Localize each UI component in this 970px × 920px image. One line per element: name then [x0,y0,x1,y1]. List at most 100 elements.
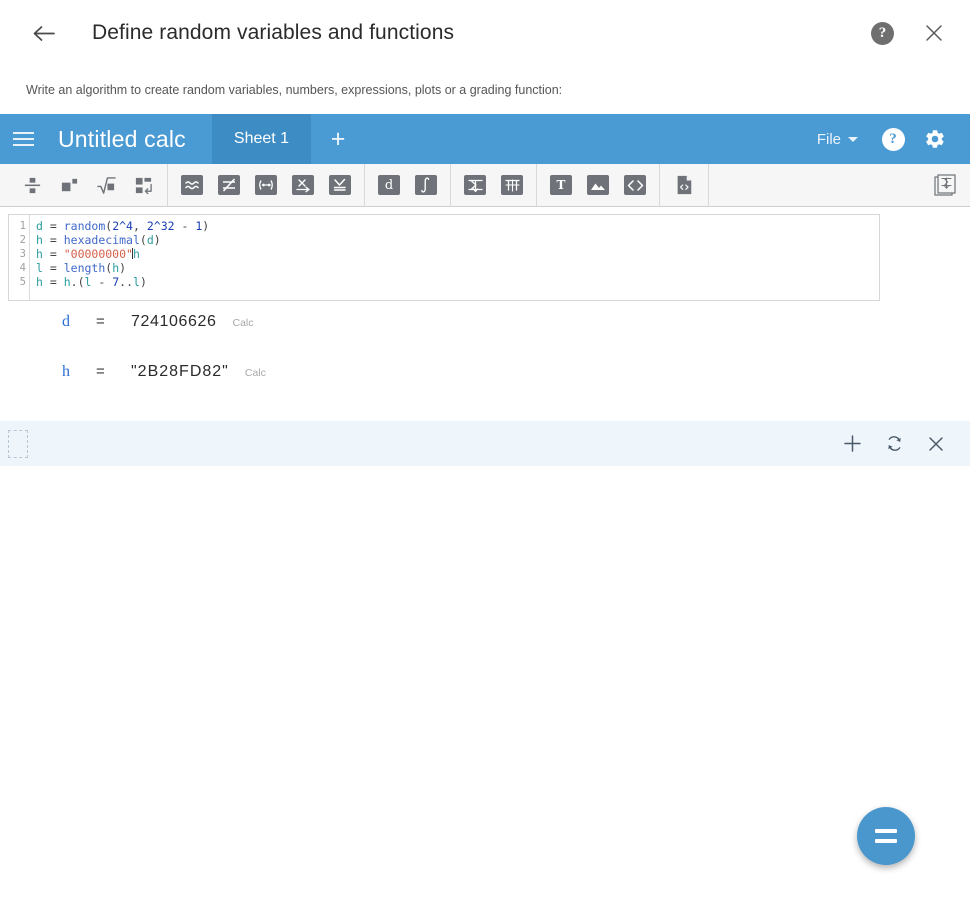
arrow-left-icon [33,25,55,41]
help-icon: ? [881,127,905,151]
result-source-tag: Calc [244,367,266,379]
result-value: "2B28FD82" [131,363,229,380]
export-button[interactable] [931,171,961,200]
line-number: 2 [19,234,26,246]
matrix-newline-icon [135,177,152,194]
code-brackets-icon [624,175,646,195]
code-button[interactable] [620,171,650,200]
page-title: Define random variables and functions [92,21,455,44]
toolbar-group-relations [168,164,364,207]
plus-icon [843,435,861,452]
add-sheet-button[interactable]: + [311,114,365,164]
dialog-subtitle: Write an algorithm to create random vari… [0,66,970,114]
app-bar-right: File ? [803,114,970,164]
integral-button[interactable] [411,171,441,200]
line-number: 5 [19,276,26,288]
summation-icon [464,175,486,195]
approx-equal-icon [181,175,203,195]
product-button[interactable] [497,171,527,200]
app-bar-left: Untitled calc Sheet 1 + [0,114,365,164]
derivative-icon: d [378,175,400,195]
close-button[interactable] [922,21,946,45]
limit-button[interactable] [288,171,318,200]
refresh-button[interactable] [882,432,906,456]
exponent-button[interactable] [54,171,84,200]
gear-icon [926,130,944,148]
toolbar-group-export [922,164,970,207]
code-line: d = random(2^4, 2^32 - 1) [36,219,210,233]
not-equal-diagonal-icon [218,175,240,195]
image-icon [587,175,609,195]
export-stack-icon [934,173,956,196]
line-number: 3 [19,248,26,260]
chevron-down-icon [848,136,858,142]
result-variable-name: d [62,313,70,330]
app-bar: Untitled calc Sheet 1 + File ? [0,114,970,164]
cell-action-bar [0,421,970,466]
square-root-button[interactable] [91,171,121,200]
app-bar-spacer [365,114,803,164]
back-button[interactable] [26,16,60,50]
result-equals-sign: = [96,313,105,330]
evaluate-icon [329,175,351,195]
interval-button[interactable] [251,171,281,200]
toolbar-group-structures [8,164,167,207]
editor-content[interactable]: d = random(2^4, 2^32 - 1) h = hexadecima… [30,215,879,300]
file-menu-label: File [816,130,841,148]
settings-button[interactable] [914,114,956,164]
app-help-button[interactable]: ? [872,114,914,164]
exponent-icon [61,178,77,191]
fraction-icon [24,177,40,193]
refresh-icon [887,436,901,451]
formula-toolbar: d T [0,163,970,207]
delete-cell-button[interactable] [924,432,948,456]
toolbar-group-file [660,164,708,207]
result-source-tag: Calc [232,317,254,329]
action-bar-icons [840,432,948,456]
matrix-newline-button[interactable] [128,171,158,200]
interval-icon [255,175,277,195]
result-value: 724106626 [131,313,217,330]
text-button[interactable]: T [546,171,576,200]
document-title[interactable]: Untitled calc [46,114,212,164]
add-cell-button[interactable] [840,432,864,456]
integral-icon [415,175,437,195]
text-icon: T [550,175,572,195]
approx-equal-button[interactable] [177,171,207,200]
editor-gutter: 1 2 3 4 5 [9,215,30,300]
line-number: 1 [19,220,26,232]
code-line: h = hexadecimal(d) [36,233,161,247]
toolbar-group-content: T [537,164,659,207]
header-actions: ? [871,21,946,45]
toolbar-group-calculus: d [365,164,450,207]
result-equals-sign: = [96,363,105,380]
result-row: d = 724106626 Calc [0,313,970,363]
code-line: h = "00000000"h [36,247,140,261]
result-variable-name: h [62,363,70,380]
file-menu-button[interactable]: File [803,131,872,148]
help-icon[interactable]: ? [871,21,894,45]
results-list: d = 724106626 Calc h = "2B28FD82" Calc [0,301,970,413]
empty-cell-placeholder[interactable] [8,429,28,458]
code-editor[interactable]: 1 2 3 4 5 d = random(2^4, 2^32 - 1) h = … [8,214,880,301]
limit-icon [292,175,314,195]
hamburger-menu-icon[interactable] [0,114,46,164]
summation-button[interactable] [460,171,490,200]
equals-icon [875,829,897,843]
image-button[interactable] [583,171,613,200]
dialog-header: Define random variables and functions ? [0,0,970,66]
evaluate-button[interactable] [325,171,355,200]
product-icon [501,175,523,195]
close-icon [926,25,942,41]
tab-sheet-1[interactable]: Sheet 1 [211,114,312,164]
file-code-icon [677,175,692,195]
not-equal-diagonal-button[interactable] [214,171,244,200]
toolbar-group-series [451,164,536,207]
equals-fab-button[interactable] [857,807,915,865]
code-file-button[interactable] [669,171,699,200]
worksheet-canvas[interactable] [0,466,970,846]
fraction-button[interactable] [17,171,47,200]
derivative-button[interactable]: d [374,171,404,200]
line-number: 4 [19,262,26,274]
result-row: h = "2B28FD82" Calc [0,363,970,413]
